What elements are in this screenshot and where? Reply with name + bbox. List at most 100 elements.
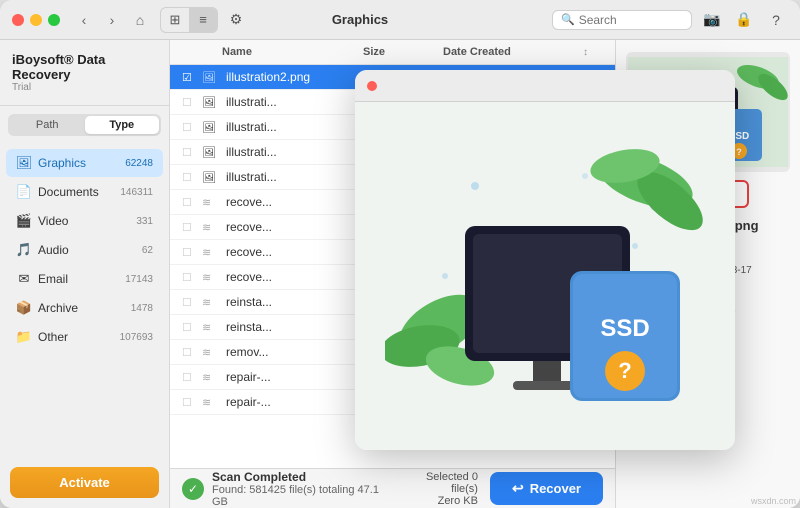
scan-detail: Found: 581425 file(s) totaling 47.1 GB [212, 484, 397, 508]
activate-button[interactable]: Activate [10, 467, 159, 498]
svg-text:?: ? [736, 147, 742, 157]
row-checkbox[interactable]: ☐ [182, 321, 202, 334]
search-box[interactable]: 🔍 [552, 10, 692, 30]
lock-button[interactable]: 🔒 [732, 8, 756, 32]
svg-text:?: ? [618, 358, 631, 383]
sidebar-item-email[interactable]: ✉ Email 17143 [6, 265, 163, 293]
sidebar-item-count: 17143 [125, 274, 153, 285]
file-type-icon: 🖼 [202, 96, 222, 109]
file-type-icon: 🖼 [202, 71, 222, 84]
window-title: Graphics [168, 12, 552, 27]
sidebar-item-label: Documents [38, 185, 120, 199]
row-checkbox[interactable]: ☐ [182, 221, 202, 234]
overlay-header [355, 70, 735, 102]
scan-title: Scan Completed [212, 470, 397, 484]
recover-button[interactable]: ↩ Recover [490, 472, 603, 505]
sidebar-item-other[interactable]: 📁 Other 107693 [6, 323, 163, 351]
sidebar-item-count: 62 [142, 245, 153, 256]
back-button[interactable]: ‹ [72, 8, 96, 32]
date-col-header: Date Created [443, 46, 583, 58]
svg-text:SSD: SSD [600, 315, 649, 342]
sidebar-item-count: 62248 [125, 158, 153, 169]
sidebar-tabs: Path Type [8, 114, 161, 136]
file-type-icon: ≋ [202, 346, 222, 359]
forward-button[interactable]: › [100, 8, 124, 32]
watermark: wsxdn.com [751, 496, 796, 506]
sidebar-item-graphics[interactable]: 🖼 Graphics 62248 [6, 149, 163, 177]
table-header: Name Size Date Created ↕ [170, 40, 615, 65]
preview-overlay: SSD ? [355, 70, 735, 450]
file-type-icon: ≋ [202, 246, 222, 259]
app-name: iBoysoft® Data Recovery [12, 52, 157, 82]
graphics-icon: 🖼 [16, 155, 32, 171]
file-type-icon: ≋ [202, 221, 222, 234]
sidebar-item-label: Other [38, 330, 120, 344]
sidebar-item-label: Audio [38, 243, 142, 257]
sidebar-item-label: Graphics [38, 156, 125, 170]
row-checkbox[interactable]: ☐ [182, 171, 202, 184]
main-content: iBoysoft® Data Recovery Trial Path Type … [0, 40, 800, 508]
search-input[interactable] [579, 13, 683, 27]
audio-icon: 🎵 [16, 242, 32, 258]
file-type-icon: ≋ [202, 271, 222, 284]
traffic-lights [12, 14, 60, 26]
recover-label: Recover [530, 481, 581, 496]
video-icon: 🎬 [16, 213, 32, 229]
row-checkbox[interactable]: ☐ [182, 146, 202, 159]
sidebar-item-count: 1478 [131, 303, 153, 314]
sidebar-item-video[interactable]: 🎬 Video 331 [6, 207, 163, 235]
row-checkbox[interactable]: ☐ [182, 346, 202, 359]
trial-label: Trial [12, 82, 157, 93]
camera-button[interactable]: 📷 [700, 8, 724, 32]
sidebar-item-archive[interactable]: 📦 Archive 1478 [6, 294, 163, 322]
file-type-icon: ≋ [202, 371, 222, 384]
file-type-icon: ≋ [202, 296, 222, 309]
sidebar-item-count: 331 [136, 216, 153, 227]
help-button[interactable]: ? [764, 8, 788, 32]
file-type-icon: 🖼 [202, 146, 222, 159]
maximize-button[interactable] [48, 14, 60, 26]
row-checkbox[interactable]: ☐ [182, 371, 202, 384]
row-checkbox[interactable]: ☑ [182, 71, 202, 84]
file-type-icon: 🖼 [202, 171, 222, 184]
home-button[interactable]: ⌂ [128, 8, 152, 32]
row-checkbox[interactable]: ☐ [182, 296, 202, 309]
sidebar-item-documents[interactable]: 📄 Documents 146311 [6, 178, 163, 206]
row-checkbox[interactable]: ☐ [182, 196, 202, 209]
sidebar-item-audio[interactable]: 🎵 Audio 62 [6, 236, 163, 264]
overlay-content: SSD ? [355, 102, 735, 450]
selected-count: Selected 0 file(s) [397, 471, 478, 495]
row-checkbox[interactable]: ☐ [182, 396, 202, 409]
tab-type[interactable]: Type [85, 116, 160, 134]
size-col-header: Size [363, 46, 443, 58]
nav-buttons: ‹ › ⌂ [72, 8, 152, 32]
sidebar-item-label: Email [38, 272, 125, 286]
tab-path[interactable]: Path [10, 116, 85, 134]
sidebar-item-count: 146311 [120, 187, 153, 198]
file-type-icon: ≋ [202, 396, 222, 409]
row-checkbox[interactable]: ☐ [182, 96, 202, 109]
overlay-close-dot[interactable] [367, 81, 377, 91]
titlebar: ‹ › ⌂ ⊞ ≡ ⚙ Graphics 🔍 📷 🔒 ? [0, 0, 800, 40]
row-checkbox[interactable]: ☐ [182, 121, 202, 134]
minimize-button[interactable] [30, 14, 42, 26]
file-type-icon: ≋ [202, 196, 222, 209]
scan-complete-icon: ✓ [182, 478, 204, 500]
status-bar: ✓ Scan Completed Found: 581425 file(s) t… [170, 468, 615, 508]
scan-status: Scan Completed Found: 581425 file(s) tot… [212, 470, 397, 508]
sidebar-items: 🖼 Graphics 62248 📄 Documents 146311 🎬 Vi… [0, 144, 169, 457]
sidebar-item-label: Archive [38, 301, 131, 315]
sidebar: iBoysoft® Data Recovery Trial Path Type … [0, 40, 170, 508]
recover-icon: ↩ [512, 480, 524, 497]
selected-size: Zero KB [397, 495, 478, 507]
row-checkbox[interactable]: ☐ [182, 246, 202, 259]
close-button[interactable] [12, 14, 24, 26]
selected-info: Selected 0 file(s) Zero KB [397, 471, 478, 507]
email-icon: ✉ [16, 271, 32, 287]
file-area: Name Size Date Created ↕ ☑ 🖼 illustratio… [170, 40, 615, 508]
status-right: Selected 0 file(s) Zero KB ↩ Recover [397, 471, 603, 507]
name-col-header: Name [222, 46, 363, 58]
documents-icon: 📄 [16, 184, 32, 200]
row-checkbox[interactable]: ☐ [182, 271, 202, 284]
titlebar-right: 🔍 📷 🔒 ? [552, 8, 788, 32]
